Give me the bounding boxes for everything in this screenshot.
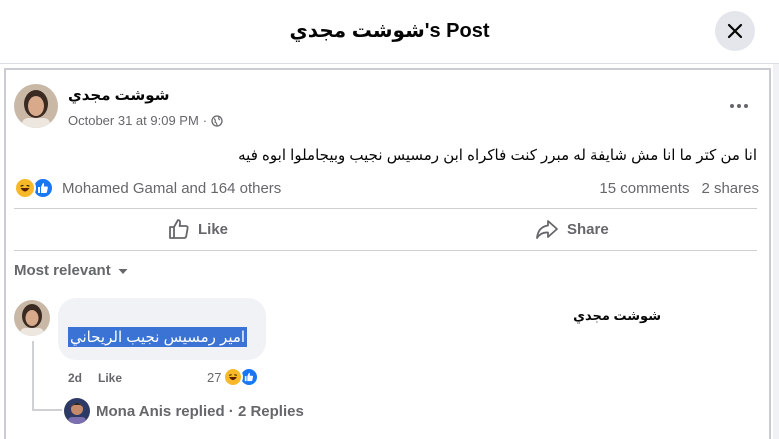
commenter-avatar[interactable] (14, 300, 50, 336)
share-icon (536, 220, 558, 239)
post-timestamp[interactable]: October 31 at 9:09 PM (68, 113, 199, 128)
view-replies-button[interactable]: Mona Anis replied · 2 Replies (64, 398, 304, 424)
reactions-summary[interactable]: Mohamed Gamal and 164 others (14, 177, 281, 199)
scrollbar[interactable] (773, 64, 779, 439)
replies-text: Mona Anis replied · 2 Replies (96, 402, 304, 420)
replier-avatar (64, 398, 90, 424)
author-name[interactable]: شوشت مجدي (68, 86, 169, 104)
like-button[interactable]: Like (168, 214, 228, 244)
haha-icon (14, 177, 36, 199)
dialog-header: شوشت مجدي's Post (0, 0, 779, 64)
close-icon (727, 23, 743, 39)
comment-age[interactable]: 2d (68, 371, 82, 385)
comment-sort-dropdown[interactable]: Most relevant (14, 262, 129, 279)
comments-count[interactable]: 15 comments (599, 180, 689, 197)
comment-reactions[interactable]: 27 (207, 367, 260, 387)
meta-separator: · (202, 113, 208, 128)
close-button[interactable] (715, 11, 755, 51)
like-label: Like (198, 220, 229, 238)
author-avatar[interactable] (14, 84, 58, 128)
thread-line (32, 409, 62, 411)
thread-line (32, 341, 34, 411)
globe-icon (211, 114, 223, 127)
divider (14, 250, 757, 251)
haha-icon (223, 367, 244, 387)
comment-author[interactable]: شوشت مجدي (573, 308, 661, 324)
more-options-button[interactable] (721, 92, 757, 120)
comment-footer: 2d Like (68, 371, 122, 385)
comment-like-button[interactable]: Like (98, 371, 122, 385)
caret-down-icon (118, 268, 128, 274)
reactions-text: Mohamed Gamal and 164 others (62, 179, 282, 197)
share-button[interactable]: Share (535, 214, 609, 244)
more-horizontal-icon (730, 104, 734, 108)
thumbs-up-icon (169, 219, 189, 239)
comment-reaction-count: 27 (207, 369, 222, 385)
share-label: Share (567, 220, 609, 238)
divider (14, 208, 757, 209)
sort-label: Most relevant (14, 262, 111, 279)
shares-count[interactable]: 2 shares (701, 180, 759, 197)
engagement-counts: 15 comments 2 shares (599, 180, 759, 197)
post-text: انا من كتر ما انا مش شايفة له مبرر كنت ف… (238, 147, 757, 164)
dialog-title: شوشت مجدي's Post (289, 20, 490, 42)
comment-text: امير رمسيس نجيب الريحاني (68, 327, 248, 347)
post-meta: October 31 at 9:09 PM · (68, 113, 223, 128)
